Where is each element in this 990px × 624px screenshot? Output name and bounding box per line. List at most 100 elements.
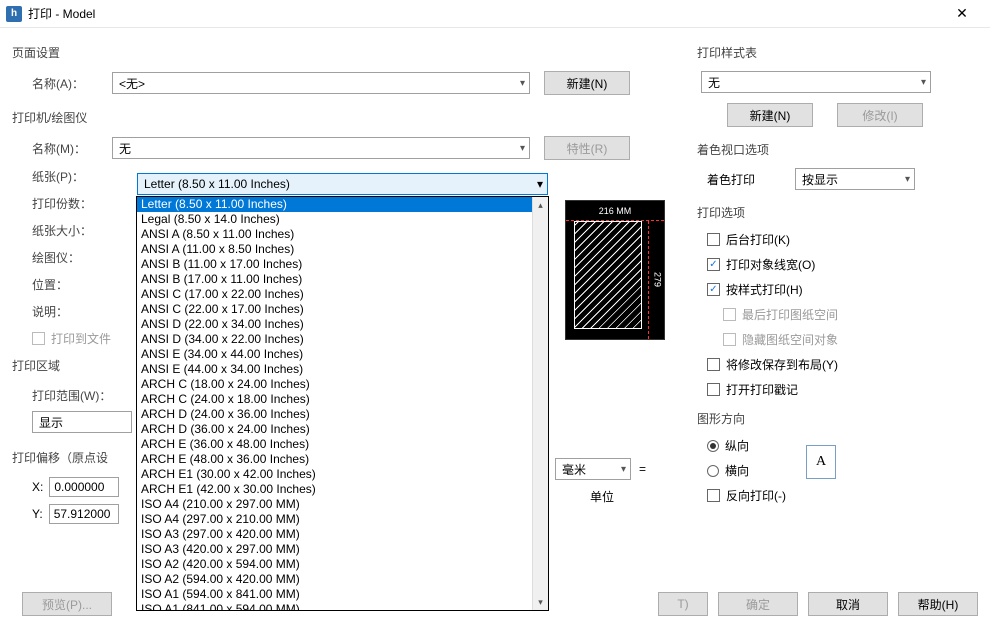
bg-print-checkbox[interactable]: 后台打印(K)	[707, 231, 977, 248]
paper-preview: 216 MM 279	[565, 200, 665, 340]
help-button[interactable]: 帮助(H)	[898, 592, 978, 616]
printer-heading: 打印机/绘图仪	[12, 109, 677, 126]
print-to-file-label: 打印到文件	[51, 330, 111, 347]
paper-option[interactable]: ANSI B (17.00 x 11.00 Inches)	[137, 272, 548, 287]
preview-button: 预览(P)...	[22, 592, 112, 616]
paper-option[interactable]: ANSI A (11.00 x 8.50 Inches)	[137, 242, 548, 257]
hide-paper-checkbox: 隐藏图纸空间对象	[707, 331, 977, 348]
apply-button: T)	[658, 592, 708, 616]
paper-combo-value: Letter (8.50 x 11.00 Inches)	[144, 177, 290, 191]
reverse-print-checkbox[interactable]: 反向打印(-)	[707, 487, 786, 504]
plot-range-combo[interactable]: 显示	[32, 411, 132, 433]
options-heading: 打印选项	[697, 204, 977, 221]
paper-option[interactable]: ANSI E (44.00 x 34.00 Inches)	[137, 362, 548, 377]
cancel-button[interactable]: 取消	[808, 592, 888, 616]
shaded-print-label: 着色打印	[707, 171, 755, 188]
window-title: 打印 - Model	[28, 5, 942, 22]
shaded-print-combo[interactable]: 按显示 ▾	[795, 168, 915, 190]
paper-label: 纸张(P)：	[12, 168, 112, 185]
paper-option[interactable]: Legal (8.50 x 14.0 Inches)	[137, 212, 548, 227]
units-combo[interactable]: 毫米 ▾	[555, 458, 631, 480]
page-name-combo[interactable]: <无> ▾	[112, 72, 530, 94]
printer-props-button: 特性(R)	[544, 136, 630, 160]
chevron-down-icon: ▾	[537, 177, 543, 191]
portrait-radio[interactable]: 纵向	[707, 437, 786, 454]
paper-option[interactable]: ISO A4 (297.00 x 210.00 MM)	[137, 512, 548, 527]
scrollbar[interactable]: ▴ ▾	[532, 197, 548, 610]
paper-dropdown-list[interactable]: ▴ ▾ Letter (8.50 x 11.00 Inches)Legal (8…	[137, 197, 548, 610]
paper-dropdown[interactable]: Letter (8.50 x 11.00 Inches) ▾ ▴ ▾ Lette…	[136, 196, 549, 611]
printer-name-label: 名称(M)：	[12, 140, 112, 157]
scroll-track[interactable]	[533, 213, 548, 594]
chevron-down-icon: ▾	[520, 78, 525, 89]
preview-width-label: 216 MM	[566, 201, 664, 221]
preview-height-label: 279	[648, 221, 666, 339]
page-name-label: 名称(A)：	[12, 75, 112, 92]
equals-sign: =	[639, 462, 646, 476]
scroll-down-icon[interactable]: ▾	[533, 594, 548, 610]
paper-option[interactable]: ARCH E1 (30.00 x 42.00 Inches)	[137, 467, 548, 482]
orientation-heading: 图形方向	[697, 410, 977, 427]
by-style-checkbox[interactable]: ✓按样式打印(H)	[707, 281, 977, 298]
style-new-button[interactable]: 新建(N)	[727, 103, 813, 127]
close-icon[interactable]: ✕	[942, 5, 982, 22]
page-new-button[interactable]: 新建(N)	[544, 71, 630, 95]
landscape-radio[interactable]: 横向	[707, 462, 786, 479]
paper-option[interactable]: ARCH E1 (42.00 x 30.00 Inches)	[137, 482, 548, 497]
chevron-down-icon: ▾	[905, 174, 910, 185]
location-label: 位置：	[12, 276, 112, 293]
chevron-down-icon: ▾	[621, 464, 626, 475]
plotter-label: 绘图仪：	[12, 249, 112, 266]
offset-x-label: X:	[32, 480, 43, 494]
printer-name-combo[interactable]: 无 ▾	[112, 137, 530, 159]
units-label: 单位	[590, 488, 614, 505]
style-table-value: 无	[708, 74, 720, 91]
paper-option[interactable]: ANSI D (22.00 x 34.00 Inches)	[137, 317, 548, 332]
paper-option[interactable]: ANSI B (11.00 x 17.00 Inches)	[137, 257, 548, 272]
paper-option[interactable]: ARCH D (36.00 x 24.00 Inches)	[137, 422, 548, 437]
paper-option[interactable]: ISO A2 (420.00 x 594.00 MM)	[137, 557, 548, 572]
paper-size-label: 纸张大小：	[12, 222, 112, 239]
paper-option[interactable]: ARCH E (36.00 x 48.00 Inches)	[137, 437, 548, 452]
page-setup-heading: 页面设置	[12, 44, 677, 61]
paper-option[interactable]: ISO A3 (420.00 x 297.00 MM)	[137, 542, 548, 557]
paper-option[interactable]: Letter (8.50 x 11.00 Inches)	[137, 197, 548, 212]
offset-x-input[interactable]	[49, 477, 119, 497]
paper-option[interactable]: ISO A4 (210.00 x 297.00 MM)	[137, 497, 548, 512]
last-paper-checkbox: 最后打印图纸空间	[707, 306, 977, 323]
paper-option[interactable]: ANSI C (22.00 x 17.00 Inches)	[137, 302, 548, 317]
paper-option[interactable]: ANSI D (34.00 x 22.00 Inches)	[137, 332, 548, 347]
description-label: 说明：	[12, 303, 112, 320]
paper-combo-open[interactable]: Letter (8.50 x 11.00 Inches) ▾	[137, 173, 548, 195]
paper-option[interactable]: ISO A3 (297.00 x 420.00 MM)	[137, 527, 548, 542]
chevron-down-icon: ▾	[520, 143, 525, 154]
paper-option[interactable]: ANSI C (17.00 x 22.00 Inches)	[137, 287, 548, 302]
paper-option[interactable]: ISO A1 (841.00 x 594.00 MM)	[137, 602, 548, 610]
paper-option[interactable]: ARCH C (18.00 x 24.00 Inches)	[137, 377, 548, 392]
plot-range-value: 显示	[39, 414, 63, 431]
scroll-up-icon[interactable]: ▴	[533, 197, 548, 213]
paper-option[interactable]: ANSI E (34.00 x 44.00 Inches)	[137, 347, 548, 362]
titlebar: h 打印 - Model ✕	[0, 0, 990, 28]
style-table-combo[interactable]: 无 ▾	[701, 71, 931, 93]
paper-option[interactable]: ISO A1 (594.00 x 841.00 MM)	[137, 587, 548, 602]
plot-range-label: 打印范围(W)：	[12, 387, 132, 404]
stamp-checkbox[interactable]: 打开打印戳记	[707, 381, 977, 398]
paper-option[interactable]: ARCH D (24.00 x 36.00 Inches)	[137, 407, 548, 422]
obj-linewidth-checkbox[interactable]: ✓打印对象线宽(O)	[707, 256, 977, 273]
chevron-down-icon: ▾	[921, 77, 926, 88]
offset-y-label: Y:	[32, 507, 43, 521]
paper-option[interactable]: ISO A2 (594.00 x 420.00 MM)	[137, 572, 548, 587]
paper-option[interactable]: ANSI A (8.50 x 11.00 Inches)	[137, 227, 548, 242]
orientation-icon: A	[806, 445, 836, 479]
shaded-print-value: 按显示	[802, 171, 838, 188]
offset-y-input[interactable]	[49, 504, 119, 524]
print-to-file-checkbox: 打印到文件	[32, 330, 111, 347]
save-layout-checkbox[interactable]: 将修改保存到布局(Y)	[707, 356, 977, 373]
paper-option[interactable]: ARCH E (48.00 x 36.00 Inches)	[137, 452, 548, 467]
copies-label: 打印份数：	[12, 195, 112, 212]
ok-button: 确定	[718, 592, 798, 616]
style-modify-button: 修改(I)	[837, 103, 923, 127]
preview-hatch	[574, 221, 642, 329]
paper-option[interactable]: ARCH C (24.00 x 18.00 Inches)	[137, 392, 548, 407]
